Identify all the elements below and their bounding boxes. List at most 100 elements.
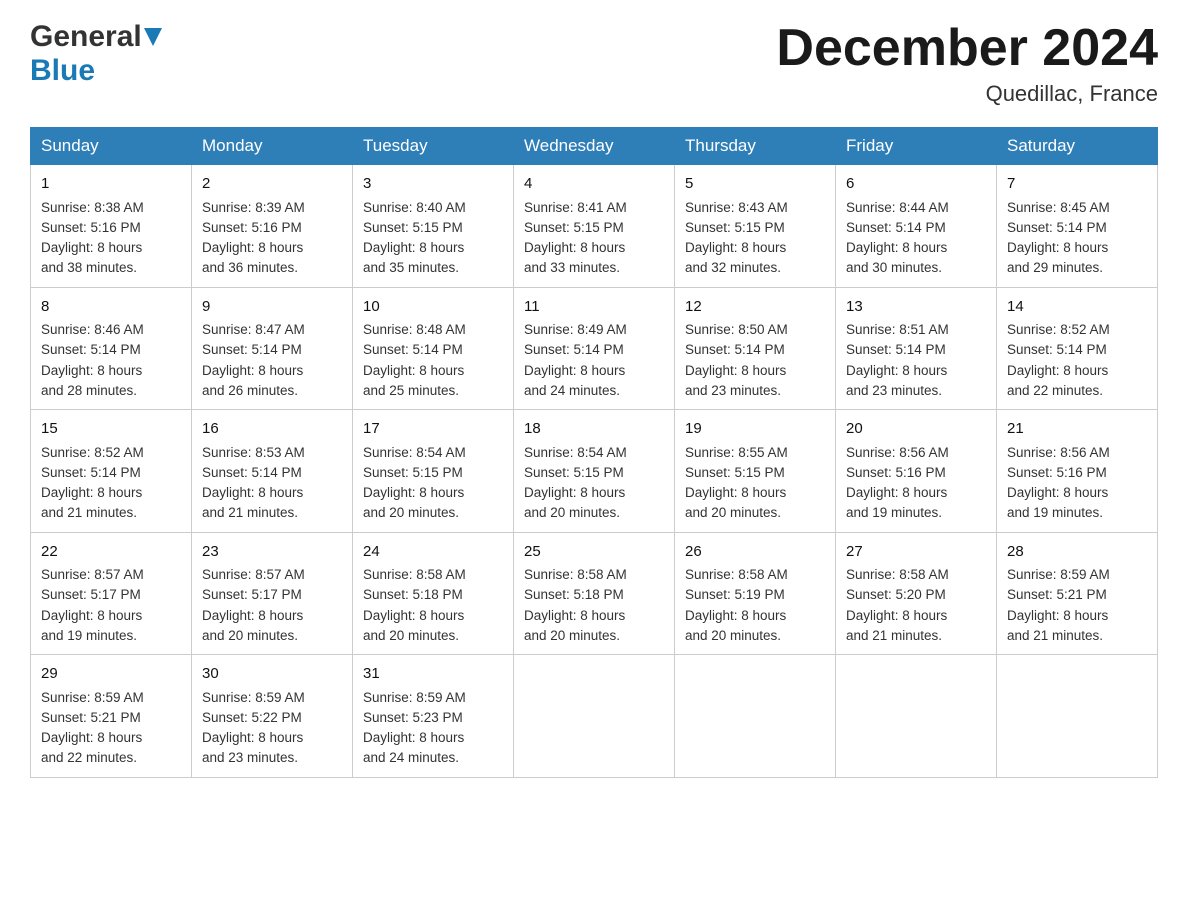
daylight: Daylight: 8 hours: [202, 730, 303, 745]
daylight2: and 25 minutes.: [363, 383, 459, 398]
daylight: Daylight: 8 hours: [41, 363, 142, 378]
day-number: 26: [685, 541, 825, 564]
day-number: 31: [363, 663, 503, 686]
calendar-cell: 14Sunrise: 8:52 AMSunset: 5:14 PMDayligh…: [997, 287, 1158, 410]
sunrise: Sunrise: 8:56 AM: [1007, 445, 1110, 460]
calendar-week-row: 8 Sunrise: 8:46 AM Sunset: 5:14 PM Daylight…: [31, 287, 1158, 410]
calendar-cell: [675, 655, 836, 778]
sunrise: Sunrise: 8:58 AM: [685, 567, 788, 582]
calendar-week-row: 15Sunrise: 8:52 AMSunset: 5:14 PMDayligh…: [31, 410, 1158, 533]
daylight2: and 36 minutes.: [202, 260, 298, 275]
daylight: Daylight: 8 hours: [41, 730, 142, 745]
sunset: Sunset: 5:15 PM: [363, 465, 463, 480]
day-number: 19: [685, 418, 825, 441]
calendar-cell: 2Sunrise: 8:39 AMSunset: 5:16 PMDaylight…: [192, 165, 353, 288]
location: Quedillac, France: [776, 81, 1158, 107]
daylight2: and 28 minutes.: [41, 383, 137, 398]
day-number: 8: [41, 296, 181, 319]
sunrise: Sunrise: 8:38 AM: [41, 200, 144, 215]
daylight2: and 23 minutes.: [846, 383, 942, 398]
calendar-cell: 3Sunrise: 8:40 AMSunset: 5:15 PMDaylight…: [353, 165, 514, 288]
calendar-week-row: 29Sunrise: 8:59 AMSunset: 5:21 PMDayligh…: [31, 655, 1158, 778]
sunset: Sunset: 5:23 PM: [363, 710, 463, 725]
sunset: Sunset: 5:15 PM: [685, 465, 785, 480]
sunrise: Sunrise: 8:43 AM: [685, 200, 788, 215]
daylight: Daylight: 8 hours: [202, 240, 303, 255]
calendar-cell: 23Sunrise: 8:57 AMSunset: 5:17 PMDayligh…: [192, 532, 353, 655]
daylight: Daylight: 8 hours: [524, 608, 625, 623]
daylight: Daylight: 8 hours: [202, 363, 303, 378]
sunrise: Sunrise: 8:45 AM: [1007, 200, 1110, 215]
calendar-cell: 10Sunrise: 8:48 AMSunset: 5:14 PMDayligh…: [353, 287, 514, 410]
daylight2: and 19 minutes.: [1007, 505, 1103, 520]
daylight2: and 35 minutes.: [363, 260, 459, 275]
calendar-cell: [836, 655, 997, 778]
sunrise: Sunrise: 8:47 AM: [202, 322, 305, 337]
calendar-cell: [514, 655, 675, 778]
calendar-header-row: SundayMondayTuesdayWednesdayThursdayFrid…: [31, 128, 1158, 165]
day-number: 20: [846, 418, 986, 441]
sunrise: Sunrise: 8:59 AM: [202, 690, 305, 705]
daylight2: and 26 minutes.: [202, 383, 298, 398]
daylight2: and 33 minutes.: [524, 260, 620, 275]
calendar-cell: 19Sunrise: 8:55 AMSunset: 5:15 PMDayligh…: [675, 410, 836, 533]
calendar-cell: 6Sunrise: 8:44 AMSunset: 5:14 PMDaylight…: [836, 165, 997, 288]
daylight: Daylight: 8 hours: [1007, 363, 1108, 378]
calendar-day-header: Monday: [192, 128, 353, 165]
sunrise: Sunrise: 8:46 AM: [41, 322, 144, 337]
daylight: Daylight: 8 hours: [524, 363, 625, 378]
daylight: Daylight: 8 hours: [41, 485, 142, 500]
daylight: Daylight: 8 hours: [524, 485, 625, 500]
daylight: Daylight: 8 hours: [1007, 485, 1108, 500]
calendar-cell: 9Sunrise: 8:47 AMSunset: 5:14 PMDaylight…: [192, 287, 353, 410]
daylight: Daylight: 8 hours: [685, 608, 786, 623]
daylight: Daylight: 8 hours: [685, 363, 786, 378]
sunset: Sunset: 5:16 PM: [41, 220, 141, 235]
sunset: Sunset: 5:15 PM: [363, 220, 463, 235]
sunrise: Sunrise: 8:58 AM: [363, 567, 466, 582]
sunset: Sunset: 5:18 PM: [524, 587, 624, 602]
calendar-day-header: Friday: [836, 128, 997, 165]
sunset: Sunset: 5:14 PM: [202, 342, 302, 357]
day-number: 24: [363, 541, 503, 564]
calendar-cell: 4Sunrise: 8:41 AMSunset: 5:15 PMDaylight…: [514, 165, 675, 288]
calendar-cell: 26Sunrise: 8:58 AMSunset: 5:19 PMDayligh…: [675, 532, 836, 655]
calendar-cell: 18Sunrise: 8:54 AMSunset: 5:15 PMDayligh…: [514, 410, 675, 533]
sunset: Sunset: 5:14 PM: [524, 342, 624, 357]
daylight: Daylight: 8 hours: [1007, 608, 1108, 623]
day-number: 14: [1007, 296, 1147, 319]
calendar-cell: 17Sunrise: 8:54 AMSunset: 5:15 PMDayligh…: [353, 410, 514, 533]
calendar-table: SundayMondayTuesdayWednesdayThursdayFrid…: [30, 127, 1158, 778]
daylight: Daylight: 8 hours: [846, 240, 947, 255]
calendar-cell: 5Sunrise: 8:43 AMSunset: 5:15 PMDaylight…: [675, 165, 836, 288]
daylight2: and 20 minutes.: [363, 505, 459, 520]
title-area: December 2024 Quedillac, France: [776, 20, 1158, 107]
day-number: 17: [363, 418, 503, 441]
day-number: 13: [846, 296, 986, 319]
daylight: Daylight: 8 hours: [202, 608, 303, 623]
daylight2: and 20 minutes.: [524, 628, 620, 643]
day-number: 15: [41, 418, 181, 441]
day-number: 29: [41, 663, 181, 686]
calendar-cell: 12Sunrise: 8:50 AMSunset: 5:14 PMDayligh…: [675, 287, 836, 410]
calendar-cell: 20Sunrise: 8:56 AMSunset: 5:16 PMDayligh…: [836, 410, 997, 533]
calendar-day-header: Wednesday: [514, 128, 675, 165]
calendar-cell: 11Sunrise: 8:49 AMSunset: 5:14 PMDayligh…: [514, 287, 675, 410]
calendar-cell: 7Sunrise: 8:45 AMSunset: 5:14 PMDaylight…: [997, 165, 1158, 288]
sunrise: Sunrise: 8:51 AM: [846, 322, 949, 337]
daylight: Daylight: 8 hours: [41, 608, 142, 623]
sunset: Sunset: 5:14 PM: [41, 465, 141, 480]
sunset: Sunset: 5:14 PM: [846, 220, 946, 235]
calendar-week-row: 22Sunrise: 8:57 AMSunset: 5:17 PMDayligh…: [31, 532, 1158, 655]
logo-blue-text: Blue: [30, 54, 95, 87]
sunrise: Sunrise: 8:57 AM: [202, 567, 305, 582]
daylight2: and 20 minutes.: [202, 628, 298, 643]
sunset: Sunset: 5:14 PM: [41, 342, 141, 357]
daylight2: and 24 minutes.: [524, 383, 620, 398]
sunset: Sunset: 5:14 PM: [1007, 220, 1107, 235]
daylight: Daylight: 8 hours: [202, 485, 303, 500]
sunrise: Sunrise: 8:59 AM: [1007, 567, 1110, 582]
daylight2: and 21 minutes.: [41, 505, 137, 520]
sunset: Sunset: 5:22 PM: [202, 710, 302, 725]
day-number: 23: [202, 541, 342, 564]
